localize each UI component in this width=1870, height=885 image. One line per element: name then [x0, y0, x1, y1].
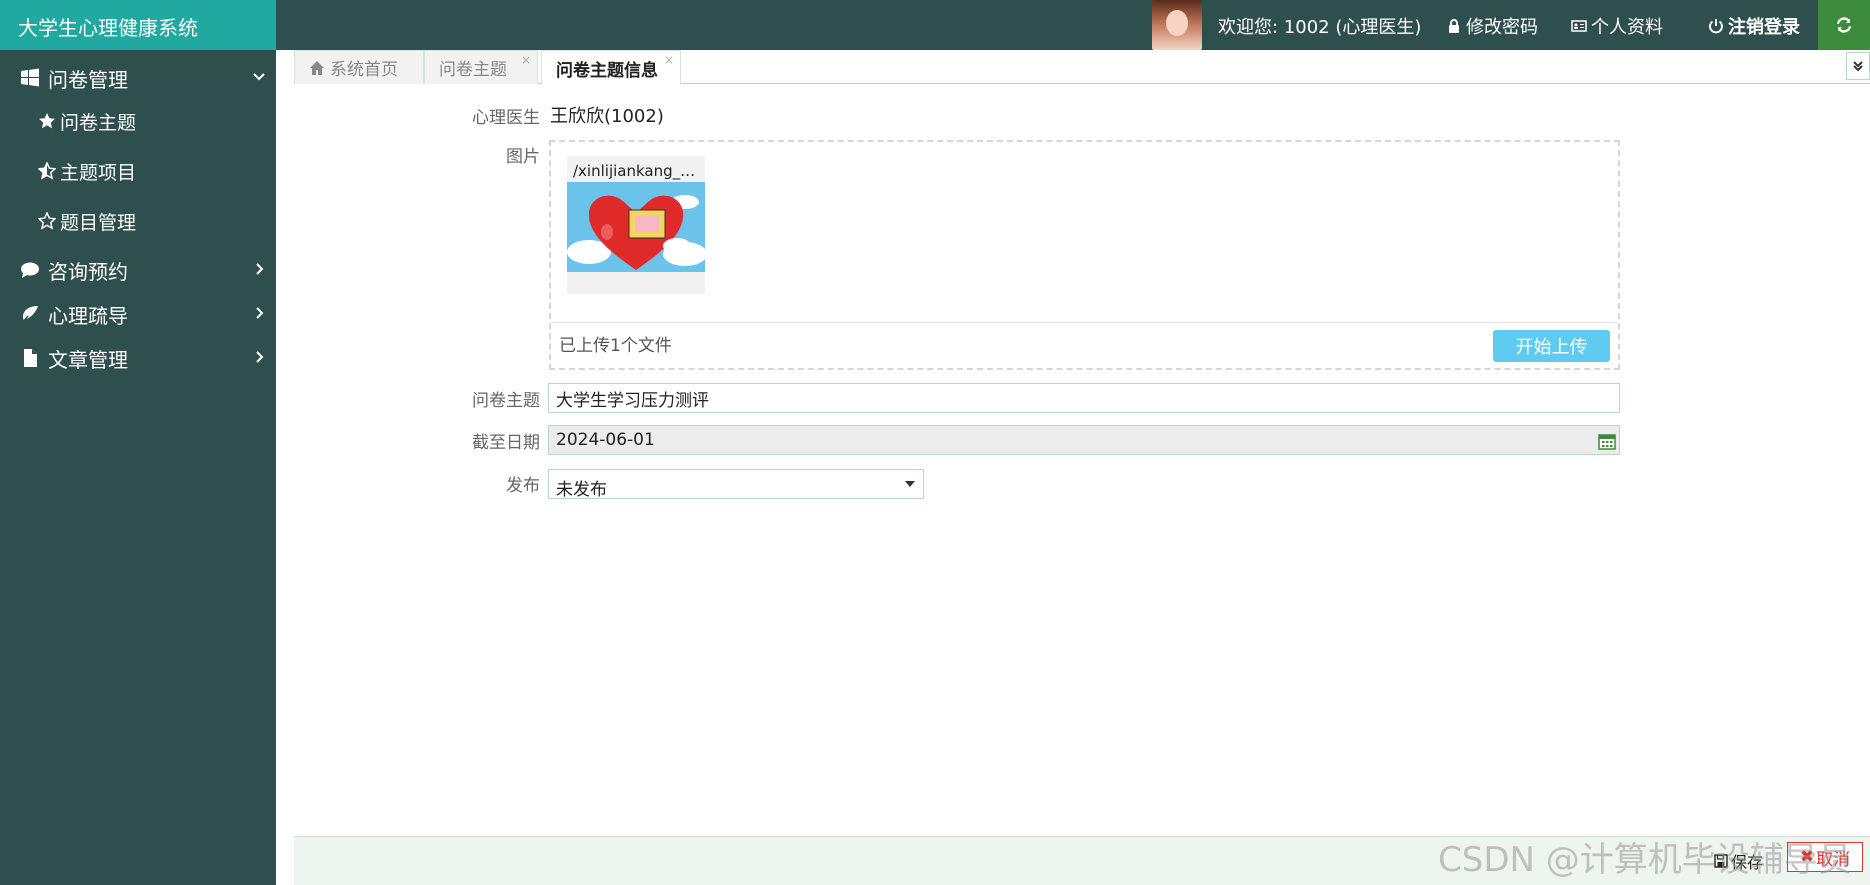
windows-icon	[21, 68, 39, 87]
logout-label: 注销登录	[1728, 17, 1800, 38]
cancel-button[interactable]: ✖ 取消	[1787, 842, 1863, 872]
id-card-icon	[1571, 20, 1587, 32]
tab-label: 问卷主题	[439, 60, 507, 80]
topic-input[interactable]	[548, 383, 1620, 413]
sidebar-group-guidance[interactable]: 心理疏导	[0, 294, 276, 334]
tab-menu-button[interactable]	[1846, 52, 1870, 80]
star-icon	[39, 113, 55, 129]
chevron-right-icon	[256, 351, 264, 363]
heart-image	[567, 182, 705, 272]
doctor-label: 心理医生	[472, 108, 540, 128]
upload-footer: 已上传1个文件 开始上传	[551, 322, 1618, 368]
logout-link[interactable]: 注销登录	[1708, 13, 1800, 39]
chevron-right-icon	[256, 307, 264, 319]
sidebar-group-label: 问卷管理	[48, 67, 128, 92]
close-icon: ✖	[1799, 847, 1815, 867]
chat-bubble-icon	[21, 262, 39, 278]
sidebar-group-label: 心理疏导	[48, 303, 128, 328]
tab-home[interactable]: 系统首页	[294, 50, 424, 84]
home-icon	[310, 60, 324, 75]
double-chevron-down-icon	[1853, 61, 1863, 72]
refresh-icon	[1837, 17, 1851, 33]
tab-label: 问卷主题信息	[556, 60, 658, 81]
chevron-right-icon	[256, 263, 264, 275]
publish-label: 发布	[506, 476, 540, 496]
save-button[interactable]: 保存	[1714, 847, 1763, 875]
save-icon	[1714, 854, 1728, 868]
tab-label: 系统首页	[330, 60, 398, 80]
sidebar-item-label: 问卷主题	[60, 111, 137, 134]
topic-label: 问卷主题	[472, 391, 540, 411]
tab-bar: 系统首页 问卷主题 × 问卷主题信息 ×	[294, 50, 1870, 85]
start-upload-button[interactable]: 开始上传	[1493, 330, 1610, 362]
sidebar-item-label: 主题项目	[60, 161, 137, 184]
bottom-action-bar	[294, 836, 1870, 885]
welcome-text: 欢迎您: 1002 (心理医生)	[1218, 17, 1422, 38]
deadline-input[interactable]	[548, 425, 1620, 455]
lock-icon	[1449, 19, 1459, 33]
cancel-label: 取消	[1816, 849, 1851, 870]
top-header: 大学生心理健康系统 欢迎您: 1002 (心理医生) 修改密码 个人资料 注销登…	[0, 0, 1870, 50]
caret-down-icon	[905, 481, 915, 487]
tab-close-icon[interactable]: ×	[521, 53, 531, 67]
sidebar-item-question-manage[interactable]: 题目管理	[38, 206, 136, 236]
chevron-down-icon	[253, 73, 265, 81]
doctor-value: 王欣欣(1002)	[550, 106, 664, 127]
sidebar-item-label: 题目管理	[60, 211, 137, 234]
sidebar-item-questionnaire-topic[interactable]: 问卷主题	[38, 106, 136, 136]
change-password-link[interactable]: 修改密码	[1446, 13, 1538, 39]
leaf-icon	[21, 306, 38, 324]
publish-selected-value: 未发布	[556, 480, 607, 500]
tab-questionnaire-topic-info[interactable]: 问卷主题信息 ×	[541, 50, 681, 85]
publish-select[interactable]: 未发布	[548, 469, 924, 500]
upload-status: 已上传1个文件	[559, 336, 672, 356]
save-label: 保存	[1731, 853, 1764, 872]
change-password-label: 修改密码	[1466, 17, 1538, 38]
deadline-label: 截至日期	[472, 433, 540, 453]
star-half-icon	[38, 162, 56, 180]
profile-label: 个人资料	[1591, 17, 1663, 38]
calendar-icon[interactable]	[1598, 432, 1616, 450]
sidebar-group-consult[interactable]: 咨询预约	[0, 250, 276, 290]
file-icon	[24, 349, 37, 367]
image-upload-area[interactable]: /xinlijiankang_w... 已上传1个文件 开始上传	[549, 140, 1620, 370]
uploaded-thumbnail[interactable]: /xinlijiankang_w...	[567, 156, 705, 294]
sidebar-item-topic-project[interactable]: 主题项目	[38, 156, 136, 186]
avatar[interactable]	[1152, 0, 1202, 50]
tab-close-icon[interactable]: ×	[664, 53, 674, 67]
image-label: 图片	[506, 147, 540, 167]
app-title: 大学生心理健康系统	[0, 0, 276, 50]
sidebar-group-label: 咨询预约	[48, 259, 128, 284]
sidebar-group-label: 文章管理	[48, 347, 128, 372]
tab-questionnaire-topic[interactable]: 问卷主题 ×	[424, 50, 538, 84]
uploaded-file-name: /xinlijiankang_w...	[573, 162, 703, 180]
sidebar: 问卷管理 问卷主题 主题项目 题目管理 咨询预约 心理疏导 文章管理	[0, 50, 276, 885]
refresh-button[interactable]	[1818, 0, 1870, 50]
sidebar-group-article[interactable]: 文章管理	[0, 338, 276, 378]
profile-link[interactable]: 个人资料	[1571, 13, 1663, 39]
power-icon	[1709, 19, 1723, 34]
star-outline-icon	[38, 212, 56, 230]
sidebar-group-questionnaire[interactable]: 问卷管理	[0, 58, 276, 98]
